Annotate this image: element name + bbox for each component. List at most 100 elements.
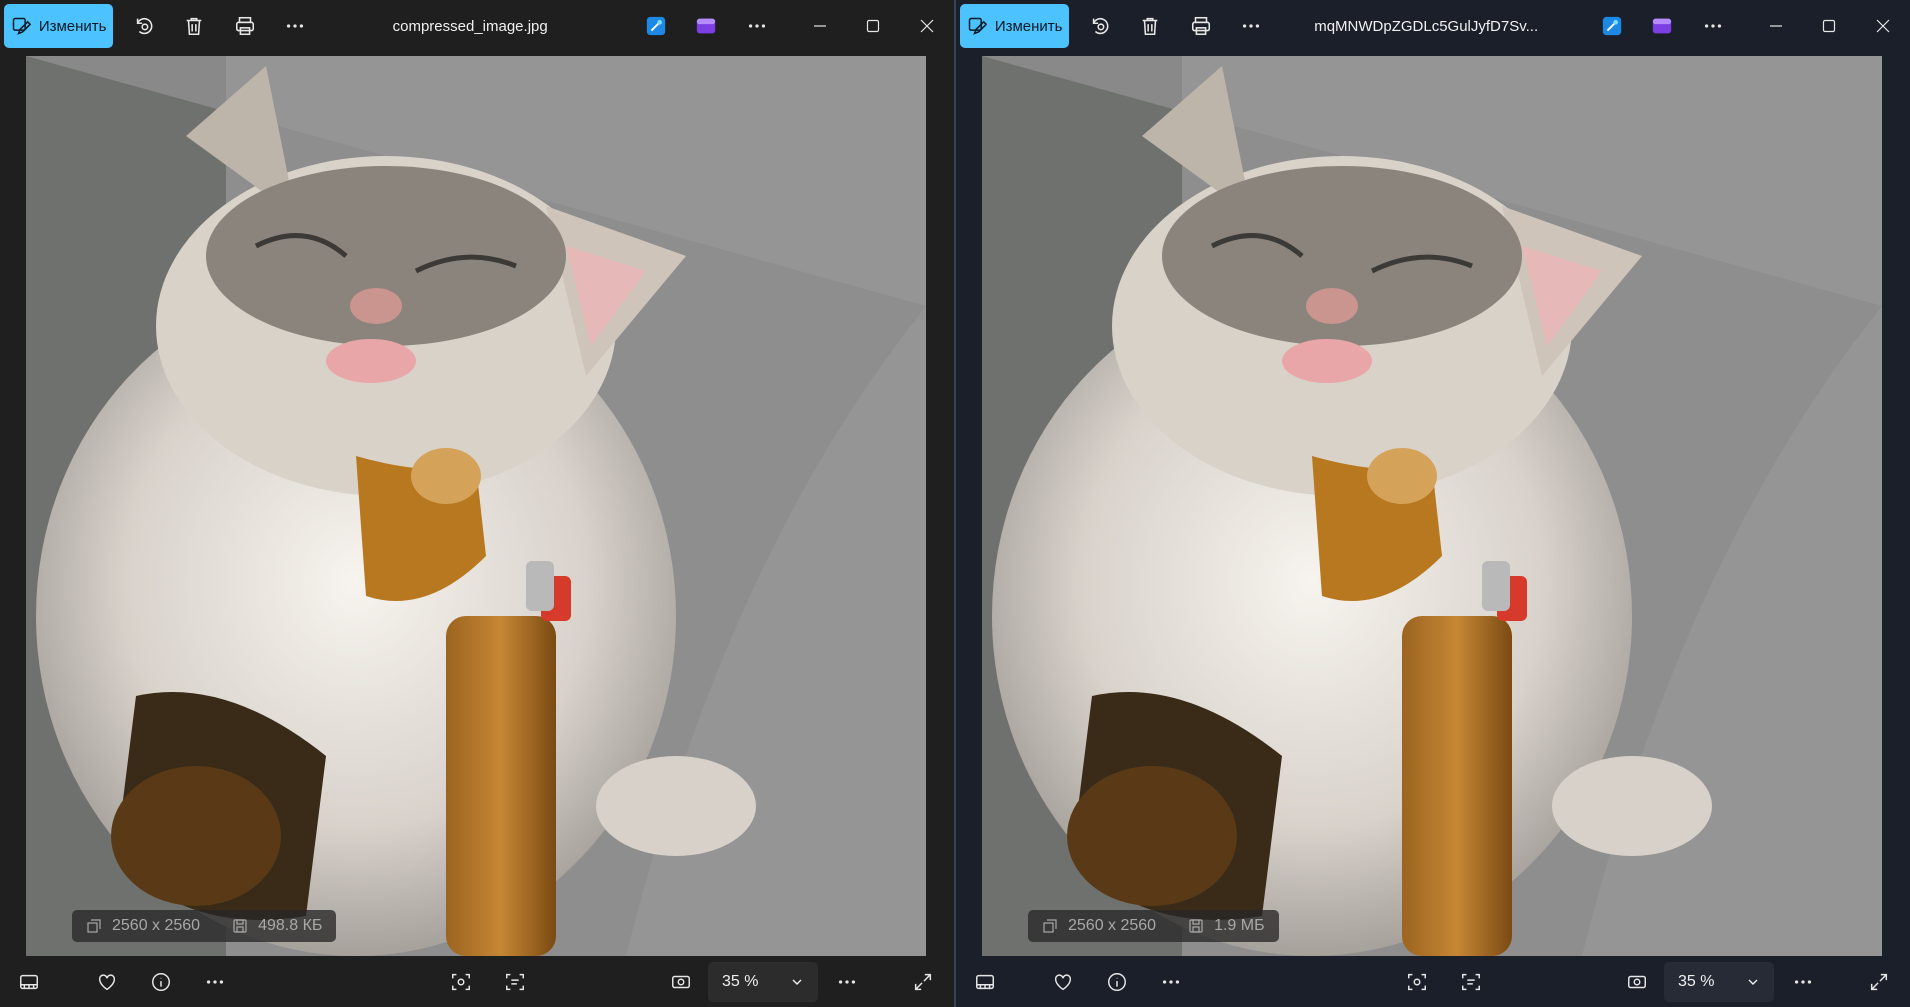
minimize-button[interactable] xyxy=(1749,0,1803,52)
more-icon xyxy=(748,24,765,28)
print-icon xyxy=(235,16,254,36)
close-button[interactable] xyxy=(900,0,954,52)
minimize-button[interactable] xyxy=(793,0,847,52)
file-name: compressed_image.jpg xyxy=(392,17,548,35)
expand-icon xyxy=(914,973,932,990)
bottom-toolbar: 35 % xyxy=(0,956,954,1007)
more-icon xyxy=(287,24,304,28)
title-bar: Изменить mqMNWDpZGDLc5GulJyfD7Sv... xyxy=(956,0,1910,52)
visual-search-icon xyxy=(452,973,470,990)
maximize-icon xyxy=(867,19,880,33)
more-icon xyxy=(1704,24,1721,28)
rotate-icon xyxy=(1092,17,1109,35)
favorite-button[interactable] xyxy=(84,959,130,1005)
more-apps-button[interactable] xyxy=(1693,4,1732,48)
visual-search-button[interactable] xyxy=(1394,959,1440,1005)
delete-button[interactable] xyxy=(1131,4,1170,48)
file-size-icon xyxy=(1189,919,1203,933)
delete-button[interactable] xyxy=(175,4,214,48)
filmstrip-icon xyxy=(20,974,38,989)
image-dimensions: 2560 x 2560 xyxy=(1068,917,1157,934)
bottom-toolbar: 35 % xyxy=(956,956,1910,1007)
filmstrip-icon xyxy=(976,974,994,989)
kitten-photo xyxy=(26,56,926,956)
image-canvas[interactable]: 2560 x 2560 498.8 КБ xyxy=(26,56,926,956)
image-info-pill: 2560 x 2560 1.9 МБ xyxy=(1028,910,1279,942)
image-dimensions: 2560 x 2560 xyxy=(112,917,201,934)
filmstrip-button[interactable] xyxy=(962,959,1008,1005)
file-size-icon xyxy=(233,919,247,933)
photo-viewer-window-left: Изменить compressed_image.jpg 2560 x 256… xyxy=(0,0,954,1007)
image-info-pill: 2560 x 2560 498.8 КБ xyxy=(72,910,337,942)
close-button[interactable] xyxy=(1856,0,1910,52)
favorite-button[interactable] xyxy=(1040,959,1086,1005)
zoom-selector[interactable]: 35 % xyxy=(708,961,818,1002)
edit-button-label: Изменить xyxy=(994,17,1063,35)
full-screen-button[interactable] xyxy=(1856,959,1902,1005)
text-scan-button[interactable] xyxy=(1448,959,1494,1005)
fit-to-window-button[interactable] xyxy=(658,959,704,1005)
text-scan-icon xyxy=(506,973,524,990)
maximize-button[interactable] xyxy=(1802,0,1856,52)
edit-button[interactable]: Изменить xyxy=(960,4,1070,48)
resolution-icon xyxy=(1043,919,1057,933)
more-options-button[interactable] xyxy=(824,959,870,1005)
fit-icon xyxy=(1628,975,1646,988)
favorite-icon xyxy=(1054,973,1072,990)
visual-search-button[interactable] xyxy=(438,959,484,1005)
rotate-button[interactable] xyxy=(1080,4,1119,48)
chevron-down-icon xyxy=(1748,979,1758,985)
file-name: mqMNWDpZGDLc5GulJyfD7Sv... xyxy=(1314,17,1539,35)
rotate-icon xyxy=(136,17,153,35)
clipchamp-button[interactable] xyxy=(687,4,726,48)
more-button[interactable] xyxy=(1232,4,1271,48)
designer-button[interactable] xyxy=(1592,4,1631,48)
text-scan-button[interactable] xyxy=(492,959,538,1005)
file-size: 1.9 МБ xyxy=(1214,917,1265,934)
full-screen-button[interactable] xyxy=(900,959,946,1005)
more-icon xyxy=(838,979,856,984)
more-button[interactable] xyxy=(192,959,238,1005)
designer-icon xyxy=(1602,16,1622,36)
photo-viewer-window-right: Изменить mqMNWDpZGDLc5GulJyfD7Sv... 2560… xyxy=(956,0,1910,1007)
more-icon xyxy=(1162,979,1180,984)
maximize-icon xyxy=(1823,19,1836,33)
more-options-button[interactable] xyxy=(1780,959,1826,1005)
delete-icon xyxy=(1143,17,1158,36)
delete-icon xyxy=(187,17,202,36)
designer-icon xyxy=(646,16,666,36)
file-size: 498.8 КБ xyxy=(258,917,323,934)
resolution-icon xyxy=(87,919,101,933)
more-apps-button[interactable] xyxy=(737,4,776,48)
print-button[interactable] xyxy=(1181,4,1220,48)
rotate-button[interactable] xyxy=(124,4,163,48)
print-button[interactable] xyxy=(225,4,264,48)
info-button[interactable] xyxy=(138,959,184,1005)
clipchamp-icon xyxy=(1653,18,1672,34)
print-icon xyxy=(1191,16,1210,36)
title-bar: Изменить compressed_image.jpg xyxy=(0,0,954,52)
clipchamp-icon xyxy=(697,18,716,34)
minimize-icon xyxy=(813,25,826,27)
more-icon xyxy=(1794,979,1812,984)
image-canvas[interactable]: 2560 x 2560 1.9 МБ xyxy=(982,56,1882,956)
zoom-level: 35 % xyxy=(1678,972,1715,990)
edit-icon xyxy=(968,17,987,35)
fit-icon xyxy=(672,975,690,988)
more-button[interactable] xyxy=(1148,959,1194,1005)
chevron-down-icon xyxy=(792,979,802,985)
fit-to-window-button[interactable] xyxy=(1614,959,1660,1005)
clipchamp-button[interactable] xyxy=(1643,4,1682,48)
text-scan-icon xyxy=(1462,973,1480,990)
minimize-icon xyxy=(1769,25,1782,27)
designer-button[interactable] xyxy=(636,4,675,48)
maximize-button[interactable] xyxy=(846,0,900,52)
more-icon xyxy=(206,979,224,984)
favorite-icon xyxy=(98,973,116,990)
zoom-selector[interactable]: 35 % xyxy=(1664,961,1774,1002)
info-button[interactable] xyxy=(1094,959,1140,1005)
more-icon xyxy=(1243,24,1260,28)
edit-button[interactable]: Изменить xyxy=(4,4,114,48)
more-button[interactable] xyxy=(276,4,315,48)
filmstrip-button[interactable] xyxy=(6,959,52,1005)
